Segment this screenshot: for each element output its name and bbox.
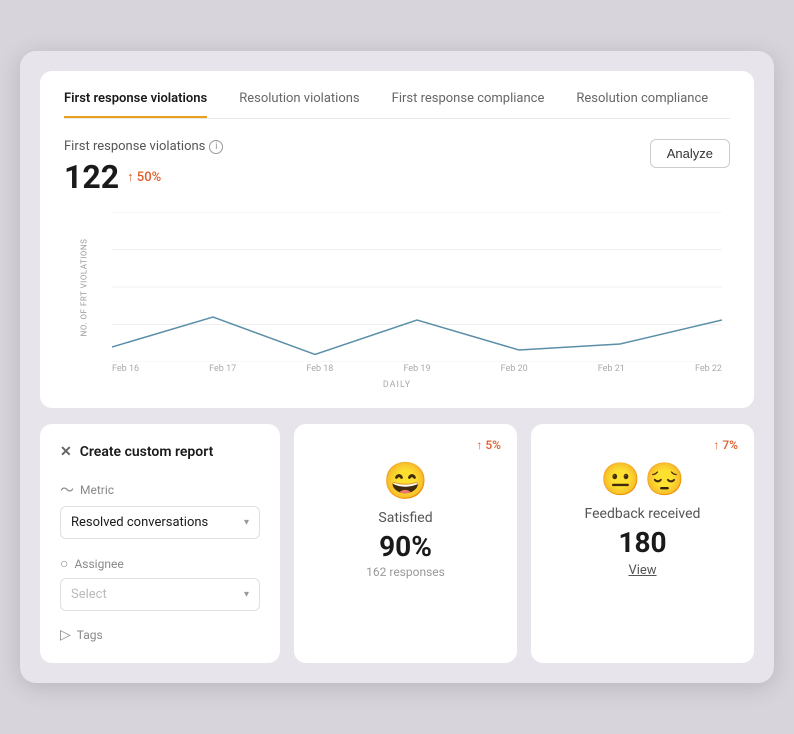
satisfied-value: 90% [379, 530, 432, 563]
metric-select[interactable]: Resolved conversations ▾ [60, 506, 260, 539]
metric-dropdown-arrow: ▾ [244, 517, 249, 528]
chart-area: 100 75 50 25 0 [112, 212, 722, 362]
x-label-feb21: Feb 21 [598, 364, 625, 374]
tags-icon: ▷ [60, 627, 71, 643]
tags-label-text: Tags [77, 628, 103, 642]
satisfied-emoji: 😄 [383, 460, 428, 502]
x-label-feb17: Feb 17 [209, 364, 236, 374]
metric-select-value: Resolved conversations [71, 515, 208, 530]
satisfied-card: ↑ 5% 😄 Satisfied 90% 162 responses [294, 424, 517, 663]
metric-section: 〜 Metric Resolved conversations ▾ [60, 480, 260, 539]
assignee-icon: ○ [60, 555, 68, 572]
analyze-button[interactable]: Analyze [650, 139, 730, 168]
tab-first-response-violations[interactable]: First response violations [64, 91, 207, 118]
feedback-title: Feedback received [585, 506, 701, 522]
tab-bar: First response violations Resolution vio… [64, 91, 730, 119]
x-label-feb22: Feb 22 [695, 364, 722, 374]
satisfied-change: ↑ 5% [476, 438, 501, 452]
info-icon[interactable]: i [209, 140, 223, 154]
tab-first-response-compliance[interactable]: First response compliance [392, 91, 545, 118]
satisfied-title: Satisfied [378, 510, 432, 526]
metric-icon: 〜 [60, 480, 74, 500]
violations-chart: NO. OF FRT VIOLATIONS 100 75 50 25 0 [64, 212, 730, 392]
metric-label: Metric [80, 483, 114, 497]
stats-cards: ↑ 5% 😄 Satisfied 90% 162 responses ↑ 7% … [294, 424, 754, 663]
x-label-feb18: Feb 18 [306, 364, 333, 374]
assignee-label: Assignee [74, 557, 123, 571]
close-icon[interactable]: ✕ [60, 444, 72, 460]
feedback-view-link[interactable]: View [628, 563, 656, 578]
tab-resolution-compliance[interactable]: Resolution compliance [576, 91, 708, 118]
satisfied-subtitle: 162 responses [366, 565, 445, 579]
metric-change-badge: ↑ 50% [127, 169, 161, 185]
feedback-card: ↑ 7% 😐 😔 Feedback received 180 View [531, 424, 754, 663]
feedback-value: 180 [618, 526, 666, 559]
feedback-change: ↑ 7% [713, 438, 738, 452]
main-container: First response violations Resolution vio… [20, 51, 774, 683]
tab-resolution-violations[interactable]: Resolution violations [239, 91, 359, 118]
x-label-feb20: Feb 20 [501, 364, 528, 374]
x-label-feb19: Feb 19 [403, 364, 430, 374]
assignee-placeholder: Select [71, 587, 107, 602]
metric-title-text: First response violations [64, 139, 205, 154]
bottom-section: ✕ Create custom report 〜 Metric Resolved… [40, 424, 754, 663]
feedback-emoji-sad: 😔 [645, 460, 685, 498]
x-label-feb16: Feb 16 [112, 364, 139, 374]
tags-section: ▷ Tags [60, 627, 260, 643]
assignee-dropdown-arrow: ▾ [244, 589, 249, 600]
feedback-emoji-neutral: 😐 [601, 460, 641, 498]
x-axis-title: DAILY [383, 380, 411, 390]
assignee-select[interactable]: Select ▾ [60, 578, 260, 611]
x-axis-labels: Feb 16 Feb 17 Feb 18 Feb 19 Feb 20 Feb 2… [112, 364, 722, 374]
metric-value-number: 122 [64, 158, 119, 196]
custom-report-card: ✕ Create custom report 〜 Metric Resolved… [40, 424, 280, 663]
y-axis-label: NO. OF FRT VIOLATIONS [64, 212, 104, 362]
custom-report-title: Create custom report [80, 444, 214, 460]
assignee-section: ○ Assignee Select ▾ [60, 555, 260, 611]
violations-card: First response violations Resolution vio… [40, 71, 754, 408]
